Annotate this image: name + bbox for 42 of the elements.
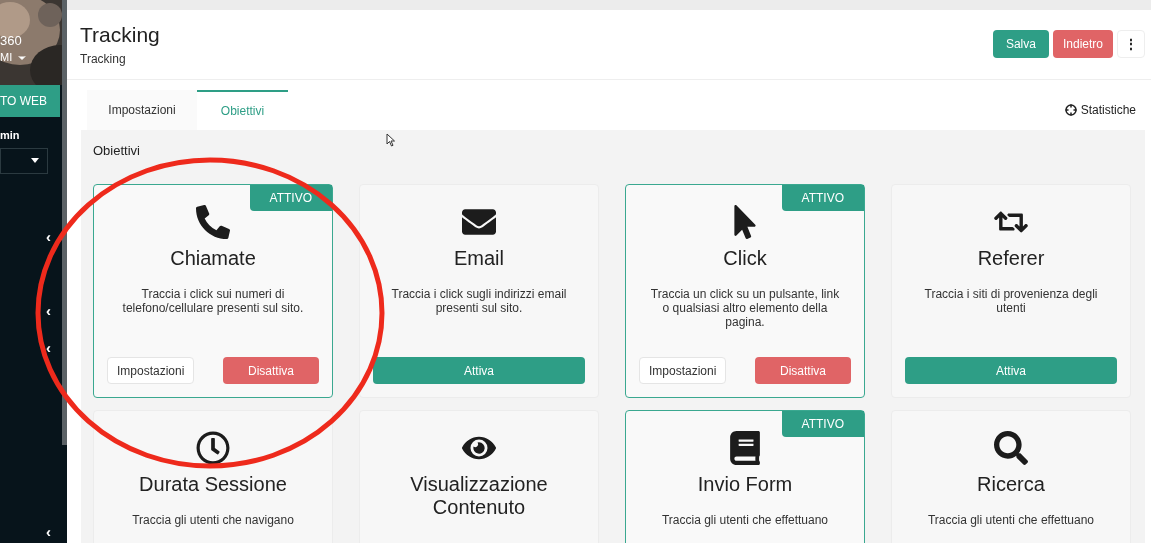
caret-icon — [31, 158, 39, 163]
goal-title: Invio Form — [696, 473, 794, 496]
breadcrumb: Tracking — [80, 51, 127, 68]
book-icon — [728, 431, 762, 465]
panel-heading: Obiettivi — [93, 142, 140, 160]
status-badge: ATTIVO — [781, 411, 864, 437]
goal-description: Traccia i click sui numeri di telefono/cellulare presenti sul sito. — [121, 287, 305, 315]
search-icon — [994, 431, 1028, 465]
statistics-link[interactable]: Statistiche — [1064, 90, 1136, 130]
goal-title: Ricerca — [976, 473, 1046, 496]
section-label: min — [0, 128, 21, 143]
settings-button[interactable]: Impostazioni — [107, 357, 195, 384]
page-title: Tracking — [80, 23, 160, 47]
goal-description: Traccia i siti di provenienza degli utenti — [923, 287, 1099, 315]
goal-description: Traccia gli utenti che effettuano — [660, 513, 830, 527]
goal-description: Traccia i click sugli indirizzi email presenti sul sito. — [390, 287, 568, 315]
goal-title: Chiamate — [169, 247, 257, 270]
goal-title: Email — [453, 247, 505, 270]
goal-title: Referer — [976, 247, 1046, 270]
user-menu[interactable]: MI — [0, 49, 29, 66]
crosshair-icon — [1064, 104, 1077, 116]
goal-title: Click — [722, 247, 768, 270]
goal-description: Traccia un click su un pulsante, link o qualsiasi altro elemento della pagina. — [649, 287, 841, 329]
brand-number: 360 — [0, 32, 22, 49]
chevron-icon[interactable]: ‹ — [46, 228, 51, 245]
tab[interactable]: Impostazioni — [87, 90, 197, 130]
status-badge: ATTIVO — [249, 185, 332, 211]
chevron-icon[interactable]: ‹ — [46, 302, 51, 319]
status-badge: ATTIVO — [781, 185, 864, 211]
mouse-cursor-icon — [386, 133, 396, 147]
clock-icon — [196, 431, 230, 465]
more-button[interactable]: ⋮ — [1117, 30, 1145, 58]
goal-title: Durata Sessione — [138, 473, 288, 496]
goal-description: Traccia gli utenti che navigano — [131, 513, 295, 527]
phone-icon — [196, 205, 230, 239]
select-field[interactable] — [0, 147, 48, 174]
goal-title: Visualizzazione Contenuto — [409, 473, 549, 519]
goal-description: Traccia gli utenti che effettuano — [926, 513, 1096, 527]
chevron-icon[interactable]: ‹ — [46, 339, 51, 356]
chevron-icon[interactable]: ‹ — [46, 523, 51, 540]
scrollbar[interactable] — [62, 0, 67, 445]
settings-button[interactable]: Impostazioni — [639, 357, 727, 384]
